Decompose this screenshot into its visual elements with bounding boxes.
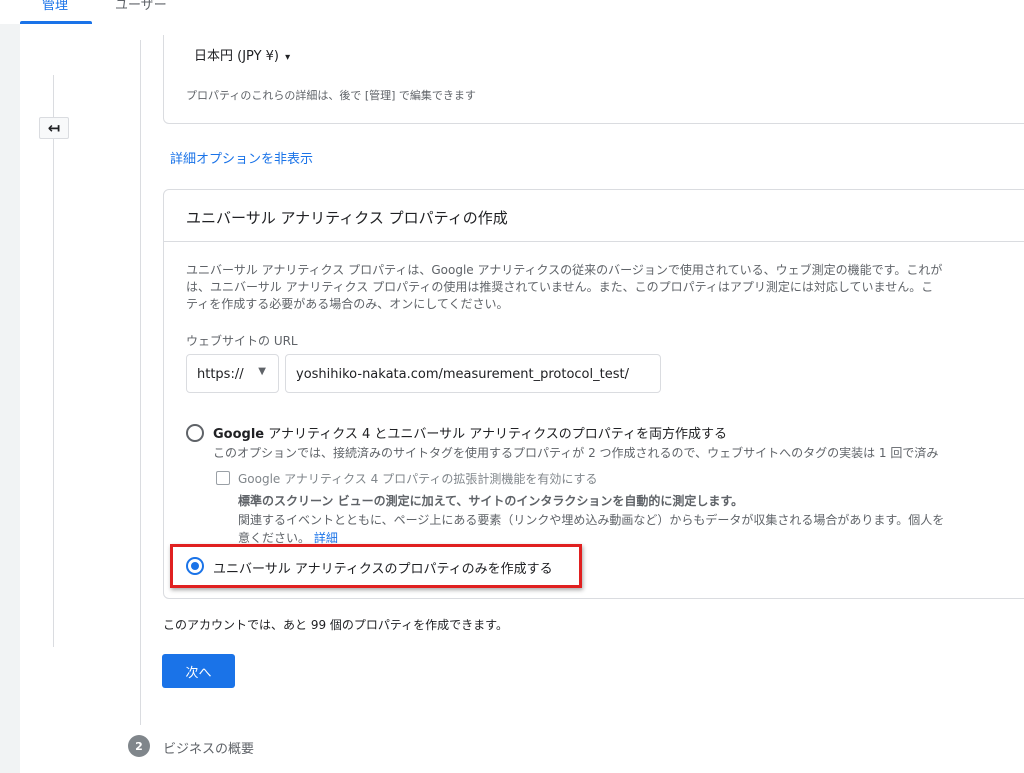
property-details-card: [163, 35, 1024, 124]
tab-user[interactable]: ユーザー: [115, 0, 167, 13]
details-link[interactable]: 詳細: [314, 531, 338, 545]
enhanced-measurement-summary: 標準のスクリーン ビューの測定に加えて、サイトのインタラクションを自動的に測定し…: [238, 494, 744, 508]
currency-select[interactable]: 日本円 (JPY ¥) ▾: [194, 45, 290, 64]
card-divider: [163, 241, 1024, 242]
enhanced-measurement-desc-line: 意ください。: [238, 531, 311, 545]
chevron-down-icon: ▼: [258, 366, 266, 377]
enhanced-measurement-label[interactable]: Google アナリティクス 4 プロパティの拡張計測機能を有効にする: [238, 470, 597, 487]
website-url-input[interactable]: yoshihiko-nakata.com/measurement_protoco…: [285, 354, 661, 393]
tab-admin[interactable]: 管理: [42, 0, 68, 13]
back-arrow-icon: ↤: [47, 119, 61, 137]
back-arrow-button[interactable]: ↤: [39, 117, 69, 139]
option-create-both-text: アナリティクス 4 とユニバーサル アナリティクスのプロパティを両方作成する: [264, 427, 728, 442]
option-create-both-desc: このオプションでは、接続済みのサイトタグを使用するプロパティが 2 つ作成される…: [213, 446, 939, 460]
currency-value: 日本円 (JPY ¥): [194, 49, 280, 64]
ua-card-title: ユニバーサル アナリティクス プロパティの作成: [186, 209, 508, 227]
protocol-value: https://: [197, 367, 244, 382]
next-button[interactable]: 次へ: [162, 654, 235, 688]
enhanced-measurement-desc: 関連するイベントとともに、ページ上にある要素（リンクや埋め込み動画など）からもデ…: [238, 511, 944, 547]
step-number-badge: 2: [128, 735, 150, 757]
ua-description-line: ユニバーサル アナリティクス プロパティは、Google アナリティクスの従来の…: [186, 263, 943, 277]
top-tab-bar: 管理 ユーザー: [0, 0, 1024, 24]
option-ua-only-label[interactable]: ユニバーサル アナリティクスのプロパティのみを作成する: [213, 558, 553, 577]
radio-ua-only[interactable]: [186, 557, 204, 575]
step-label-business-overview[interactable]: ビジネスの概要: [163, 738, 254, 757]
website-url-label: ウェブサイトの URL: [186, 334, 298, 348]
ua-description-line: は、ユニバーサル アナリティクス プロパティの使用は推奨されていません。また、こ…: [186, 280, 934, 294]
stepper-rail-right: [140, 40, 141, 725]
stepper-rail-left: [53, 75, 54, 647]
enhanced-measurement-desc-line: 関連するイベントとともに、ページ上にある要素（リンクや埋め込み動画など）からもデ…: [238, 513, 945, 527]
protocol-select[interactable]: https:// ▼: [186, 354, 279, 393]
hide-advanced-options-link[interactable]: 詳細オプションを非表示: [170, 148, 313, 167]
edit-later-note: プロパティのこれらの詳細は、後で [管理] で編集できます: [186, 89, 476, 102]
option-create-both-bold: Google: [213, 427, 265, 442]
ua-description: ユニバーサル アナリティクス プロパティは、Google アナリティクスの従来の…: [186, 262, 1024, 313]
option-create-both-label[interactable]: Google アナリティクス 4 とユニバーサル アナリティクスのプロパティを両…: [213, 423, 727, 442]
chevron-down-icon: ▾: [285, 52, 291, 63]
remaining-properties-note: このアカウントでは、あと 99 個のプロパティを作成できます。: [163, 618, 508, 632]
radio-create-both[interactable]: [186, 424, 204, 442]
enhanced-measurement-checkbox[interactable]: [216, 471, 230, 485]
ua-description-line: ティを作成する必要がある場合のみ、オンにしてください。: [186, 297, 509, 311]
